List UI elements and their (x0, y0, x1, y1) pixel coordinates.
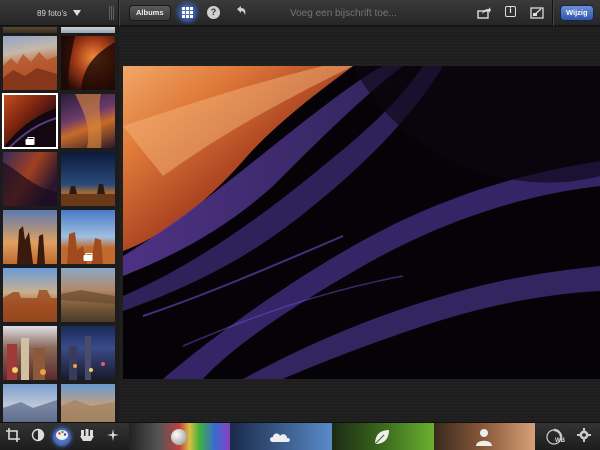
thumbnail[interactable] (61, 384, 115, 422)
thumbnail[interactable] (3, 36, 57, 90)
white-balance-label: WB (555, 438, 565, 444)
saturation-knob-icon (171, 429, 187, 445)
help-button[interactable]: ? (207, 6, 220, 19)
chevron-down-icon (73, 10, 81, 16)
saturation-brush[interactable] (129, 423, 230, 450)
grid-view-icon[interactable] (178, 3, 197, 22)
edit-button[interactable]: Wijzig (560, 5, 594, 21)
gear-icon[interactable] (575, 428, 593, 446)
sidebar-resize-handle[interactable] (109, 6, 115, 20)
white-balance-icon[interactable]: WB (545, 428, 565, 446)
foliage-brush[interactable] (332, 423, 434, 450)
thumbnail[interactable] (3, 268, 57, 322)
cloud-icon (270, 433, 290, 442)
info-icon[interactable]: i (505, 6, 519, 19)
person-icon (476, 429, 492, 446)
caption-input[interactable] (290, 6, 460, 20)
thumbnail[interactable] (3, 152, 57, 206)
thumbnail[interactable] (61, 27, 115, 33)
thumbnail[interactable] (61, 36, 115, 90)
leaf-icon (374, 430, 389, 445)
effects-icon[interactable] (104, 428, 122, 446)
divider (552, 0, 553, 26)
thumbnail[interactable] (61, 210, 115, 264)
divider (118, 0, 119, 26)
hide-panels-icon[interactable] (530, 6, 544, 19)
skin-brush[interactable] (434, 423, 535, 450)
share-icon[interactable] (477, 6, 491, 19)
edited-badge-icon (83, 253, 93, 261)
bottom-toolbar: WB (0, 422, 600, 450)
thumbnail[interactable] (61, 326, 115, 380)
thumbnail[interactable] (61, 152, 115, 206)
thumbnail[interactable] (3, 326, 57, 380)
thumbnail[interactable] (3, 27, 57, 33)
photo-count-label: 89 foto's (37, 8, 67, 18)
brushes-icon[interactable] (78, 428, 96, 446)
thumbnail[interactable] (61, 94, 115, 148)
thumbnail-selected[interactable] (2, 93, 58, 149)
thumbnail-sidebar[interactable] (0, 27, 118, 422)
crop-icon[interactable] (4, 428, 22, 446)
photo-count-button[interactable]: 89 foto's (0, 0, 118, 26)
thumbnail[interactable] (3, 384, 57, 422)
albums-button[interactable]: Albums (129, 5, 171, 21)
top-toolbar: 89 foto's Albums ? i Wijzig (0, 0, 600, 26)
photo-viewer[interactable] (119, 27, 600, 422)
sky-brush[interactable] (230, 423, 332, 450)
exposure-icon[interactable] (29, 428, 47, 446)
edited-badge-icon (25, 137, 35, 145)
thumbnail[interactable] (61, 268, 115, 322)
undo-icon[interactable] (233, 4, 249, 20)
thumbnail[interactable] (3, 210, 57, 264)
color-palette-icon[interactable] (53, 428, 71, 446)
main-photo[interactable] (123, 66, 600, 379)
